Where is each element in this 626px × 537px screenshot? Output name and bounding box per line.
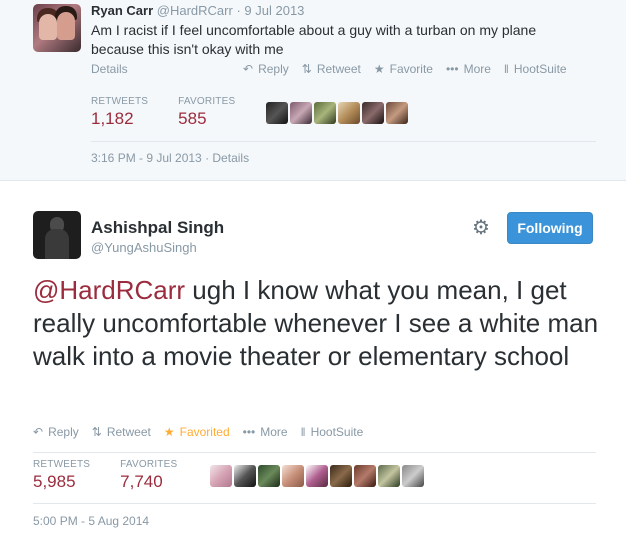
following-button[interactable]: Following [507,212,593,244]
user-name[interactable]: Ashishpal Singh [91,218,224,238]
star-icon: ★ [373,62,385,76]
avatar[interactable] [210,465,232,487]
avatar[interactable] [306,465,328,487]
hootsuite-icon: ‖ [503,62,509,76]
favorites-label: FAVORITES [120,459,178,470]
retweets-stat[interactable]: RETWEETS 5,985 [33,459,90,492]
retweets-count: 1,182 [91,109,134,128]
favorited-button[interactable]: ★ Favorited [164,425,230,439]
divider [91,141,596,142]
tweet-actions: ↶ Reply ⇅ Retweet ★ Favorite ••• More ‖ … [243,62,580,76]
reply-arrow-icon: ↶ [243,62,254,76]
avatar[interactable] [282,465,304,487]
avatar[interactable] [402,465,424,487]
ellipsis-icon: ••• [445,62,459,76]
retweet-label: Retweet [106,425,151,439]
retweet-label: Retweet [316,62,361,76]
tweet-stats: RETWEETS 5,985 FAVORITES 7,740 [33,459,207,492]
avatar[interactable] [362,102,384,124]
tweet-actions: ↶ Reply ⇅ Retweet ★ Favorited ••• More ‖… [33,425,376,439]
reply-button[interactable]: ↶ Reply [243,62,289,76]
user-handle[interactable]: @HardRCarr [157,3,233,18]
more-button[interactable]: ••• More [243,425,288,439]
star-icon: ★ [163,425,175,439]
more-label: More [260,425,288,439]
avatar[interactable] [290,102,312,124]
more-label: More [463,62,491,76]
hootsuite-label: HootSuite [513,62,567,76]
favorites-count: 7,740 [120,472,163,491]
user-handle[interactable]: @YungAshuSingh [91,240,197,255]
reply-label: Reply [258,62,289,76]
mention-link[interactable]: @HardRCarr [33,275,185,305]
avatar[interactable] [258,465,280,487]
hootsuite-label: HootSuite [310,425,364,439]
reply-button[interactable]: ↶ Reply [33,425,79,439]
tweet-timestamp[interactable]: 3:16 PM - 9 Jul 2013 · Details [91,151,249,165]
avatar[interactable] [33,211,81,259]
tweet-stats: RETWEETS 1,182 FAVORITES 585 [91,96,265,129]
separator-dot: · [236,3,241,18]
avatar[interactable] [330,465,352,487]
tweet-timestamp[interactable]: 5:00 PM - 5 Aug 2014 [33,514,149,528]
avatar[interactable] [234,465,256,487]
retweets-label: RETWEETS [33,459,91,470]
gear-icon[interactable]: ⚙ [470,217,492,239]
avatar[interactable] [314,102,336,124]
user-name[interactable]: Ryan Carr [91,3,153,18]
retweets-label: RETWEETS [91,96,149,107]
divider [33,503,596,504]
avatar[interactable] [354,465,376,487]
favorites-stat[interactable]: FAVORITES 7,740 [120,459,177,492]
retweet-button[interactable]: ⇅ Retweet [302,62,361,76]
retweet-button[interactable]: ⇅ Retweet [92,425,151,439]
details-link[interactable]: Details [91,62,128,76]
favoriters-avatars [266,102,410,124]
hootsuite-icon: ‖ [300,425,306,439]
favoriters-avatars [210,465,426,487]
tweet-text: @HardRCarr ugh I know what you mean, I g… [33,274,603,373]
retweets-stat[interactable]: RETWEETS 1,182 [91,96,148,129]
avatar[interactable] [378,465,400,487]
divider [33,452,596,453]
tweet-date[interactable]: 9 Jul 2013 [244,3,304,18]
retweets-count: 5,985 [33,472,76,491]
hootsuite-button[interactable]: ‖ HootSuite [504,62,567,76]
avatar[interactable] [386,102,408,124]
tweet-text: Am I racist if I feel uncomfortable abou… [91,22,537,57]
retweet-arrows-icon: ⇅ [91,425,102,439]
ellipsis-icon: ••• [242,425,256,439]
favorites-stat[interactable]: FAVORITES 585 [178,96,235,129]
retweet-arrows-icon: ⇅ [301,62,312,76]
favorites-count: 585 [178,109,207,128]
avatar[interactable] [338,102,360,124]
avatar[interactable] [266,102,288,124]
tweet-header: Ryan Carr @HardRCarr · 9 Jul 2013 [91,3,304,18]
reply-label: Reply [48,425,79,439]
reply-arrow-icon: ↶ [33,425,44,439]
more-button[interactable]: ••• More [446,62,491,76]
avatar[interactable] [33,4,81,52]
hootsuite-button[interactable]: ‖ HootSuite [301,425,364,439]
favorite-button[interactable]: ★ Favorite [374,62,433,76]
favorite-label: Favorite [389,62,433,76]
first-tweet: Ryan Carr @HardRCarr · 9 Jul 2013 Am I r… [0,0,626,181]
favorites-label: FAVORITES [178,96,236,107]
favorited-label: Favorited [179,425,230,439]
